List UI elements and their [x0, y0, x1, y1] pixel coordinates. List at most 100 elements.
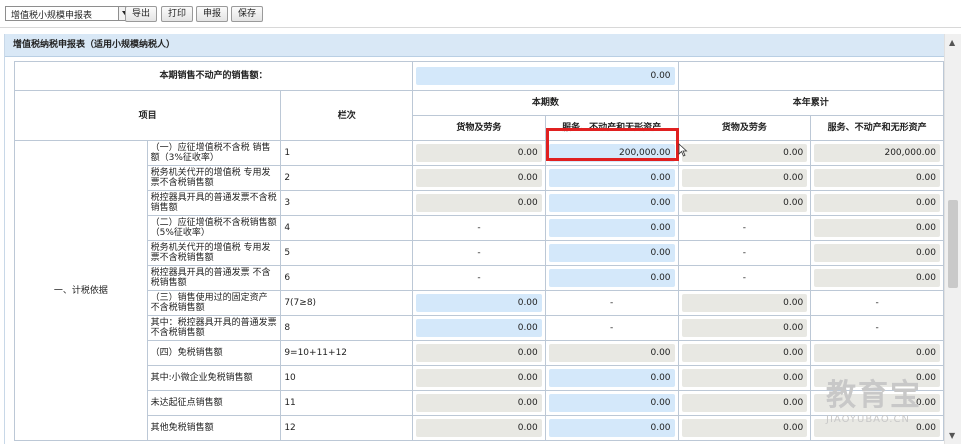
row-label: 其中:小微企业免税销售额 [146, 365, 282, 391]
real-estate-label: 本期销售不动产的销售额： [13, 61, 414, 91]
row-line: 11 [280, 390, 414, 416]
row-line: 6 [280, 265, 414, 291]
header-line: 栏次 [280, 90, 414, 141]
ytd-services-dash: - [810, 315, 944, 341]
row-label: 其他免税销售额 [146, 415, 282, 441]
declaration-table: 本期销售不动产的销售额： 0.00 项目 栏次 本期数 本年累计 货物及劳务 服… [13, 61, 944, 441]
table-row: 未达起征点销售额 11 0.00 0.00 0.00 0.00 [15, 390, 944, 416]
table-row: 其中：税控器具开具的普通发票不含税销售额 8 0.00 - 0.00 - [15, 315, 944, 341]
cp-services-input[interactable]: 0.00 [548, 194, 675, 212]
header-ytd: 本年累计 [677, 90, 944, 116]
cp-services-dash: - [544, 290, 679, 316]
ytd-services-value: 0.00 [814, 169, 940, 187]
scroll-up-icon[interactable]: ▲ [949, 38, 955, 47]
ytd-goods-value: 0.00 [681, 294, 808, 312]
vertical-scrollbar[interactable]: ▲ ▼ [944, 34, 961, 444]
cp-services-input[interactable]: 0.00 [548, 394, 675, 412]
cell: 0.00 [810, 240, 944, 266]
row-line: 7(7≥8) [280, 290, 414, 316]
cp-services-input[interactable]: 0.00 [548, 419, 675, 437]
header-ytd-services: 服务、不动产和无形资产 [810, 115, 944, 141]
ytd-services-value: 0.00 [814, 394, 940, 412]
ytd-goods-value: 0.00 [681, 369, 808, 387]
cell: 0.00 [544, 415, 679, 441]
cp-goods-value: 0.00 [416, 169, 542, 187]
row-line: 5 [280, 240, 414, 266]
row-label: 税控器具开具的普通发票 不含税销售额 [146, 265, 282, 291]
cell: 0.00 [677, 365, 812, 391]
cell: 0.00 [544, 340, 679, 366]
row-line: 12 [280, 415, 414, 441]
cp-goods-dash: - [412, 240, 546, 266]
row-label: 未达起征点销售额 [146, 390, 282, 416]
cp-services-input[interactable]: 200,000.00 [548, 144, 675, 162]
row-line: 3 [280, 190, 414, 216]
ytd-services-dash: - [810, 290, 944, 316]
cp-services-input[interactable]: 0.00 [548, 219, 675, 237]
real-estate-input[interactable]: 0.00 [416, 67, 675, 85]
scrollbar-thumb[interactable] [948, 200, 958, 288]
cell: 0.00 [412, 190, 546, 216]
cell: 0.00 [412, 140, 546, 166]
ytd-goods-dash: - [677, 215, 812, 241]
ytd-goods-dash: - [677, 240, 812, 266]
ytd-services-value: 0.00 [814, 419, 940, 437]
cell: 0.00 [677, 290, 812, 316]
form-title: 增值税纳税申报表（适用小规模纳税人） [5, 34, 944, 57]
cell: 0.00 [810, 340, 944, 366]
table-row: 税务机关代开的增值税 专用发票不含税销售额 2 0.00 0.00 0.00 0… [15, 165, 944, 191]
row-line: 4 [280, 215, 414, 241]
cp-goods-value: 0.00 [416, 344, 542, 362]
cell: 200,000.00 [544, 140, 679, 166]
table-row: 其他免税销售额 12 0.00 0.00 0.00 0.00 [15, 415, 944, 441]
cp-goods-dash: - [412, 215, 546, 241]
cell: 0.00 [544, 165, 679, 191]
row-line: 8 [280, 315, 414, 341]
cp-goods-input[interactable]: 0.00 [416, 294, 542, 312]
cell: 0.00 [810, 365, 944, 391]
cell: 0.00 [677, 415, 812, 441]
cell: 0.00 [412, 340, 546, 366]
cell: 0.00 [412, 390, 546, 416]
form-panel: 增值税纳税申报表（适用小规模纳税人） 本期销售不动产的销售额： 0.00 项目 … [4, 34, 944, 444]
cp-services-input[interactable]: 0.00 [548, 169, 675, 187]
cell: 0.00 [810, 215, 944, 241]
cell: 0.00 [810, 415, 944, 441]
cell: 0.00 [412, 165, 546, 191]
cell: 0.00 [810, 190, 944, 216]
real-estate-empty [677, 61, 944, 91]
submit-button[interactable]: 申报 [196, 6, 229, 22]
table-row: 税务机关代开的增值税 专用发票不含税销售额 5 - 0.00 - 0.00 [15, 240, 944, 266]
export-button[interactable]: 导出 [125, 6, 158, 22]
cp-goods-input[interactable]: 0.00 [416, 319, 542, 337]
table-row: 其中:小微企业免税销售额 10 0.00 0.00 0.00 0.00 [15, 365, 944, 391]
cp-goods-value: 0.00 [416, 369, 542, 387]
cp-services-input[interactable]: 0.00 [548, 244, 675, 262]
ytd-goods-value: 0.00 [681, 194, 808, 212]
cell: 200,000.00 [810, 140, 944, 166]
cell: 0.00 [677, 140, 812, 166]
report-type-select[interactable]: 增值税小规模申报表 [5, 6, 132, 21]
ytd-goods-value: 0.00 [681, 144, 808, 162]
cell: 0.00 [412, 290, 546, 316]
cell: 0.00 [544, 265, 679, 291]
cell: 0.00 [544, 215, 679, 241]
ytd-services-value: 0.00 [814, 244, 940, 262]
category-label: 一、计税依据 [14, 140, 148, 441]
print-button[interactable]: 打印 [161, 6, 194, 22]
mouse-cursor-icon [678, 143, 688, 157]
row-label: 其中：税控器具开具的普通发票不含税销售额 [146, 315, 282, 341]
scroll-down-icon[interactable]: ▼ [949, 431, 955, 440]
row-label: （一）应征增值税不含税 销售额（3%征收率） [146, 140, 282, 166]
cp-services-input[interactable]: 0.00 [548, 369, 675, 387]
cell: 0.00 [810, 165, 944, 191]
cp-services-input[interactable]: 0.00 [548, 269, 675, 287]
cell: 0.00 [677, 165, 812, 191]
ytd-goods-value: 0.00 [681, 319, 808, 337]
ytd-services-value: 0.00 [814, 194, 940, 212]
cell: 0.00 [677, 340, 812, 366]
save-button[interactable]: 保存 [231, 6, 264, 22]
cell: 0.00 [412, 415, 546, 441]
real-estate-cell: 0.00 [412, 61, 679, 91]
cell: 0.00 [677, 315, 812, 341]
